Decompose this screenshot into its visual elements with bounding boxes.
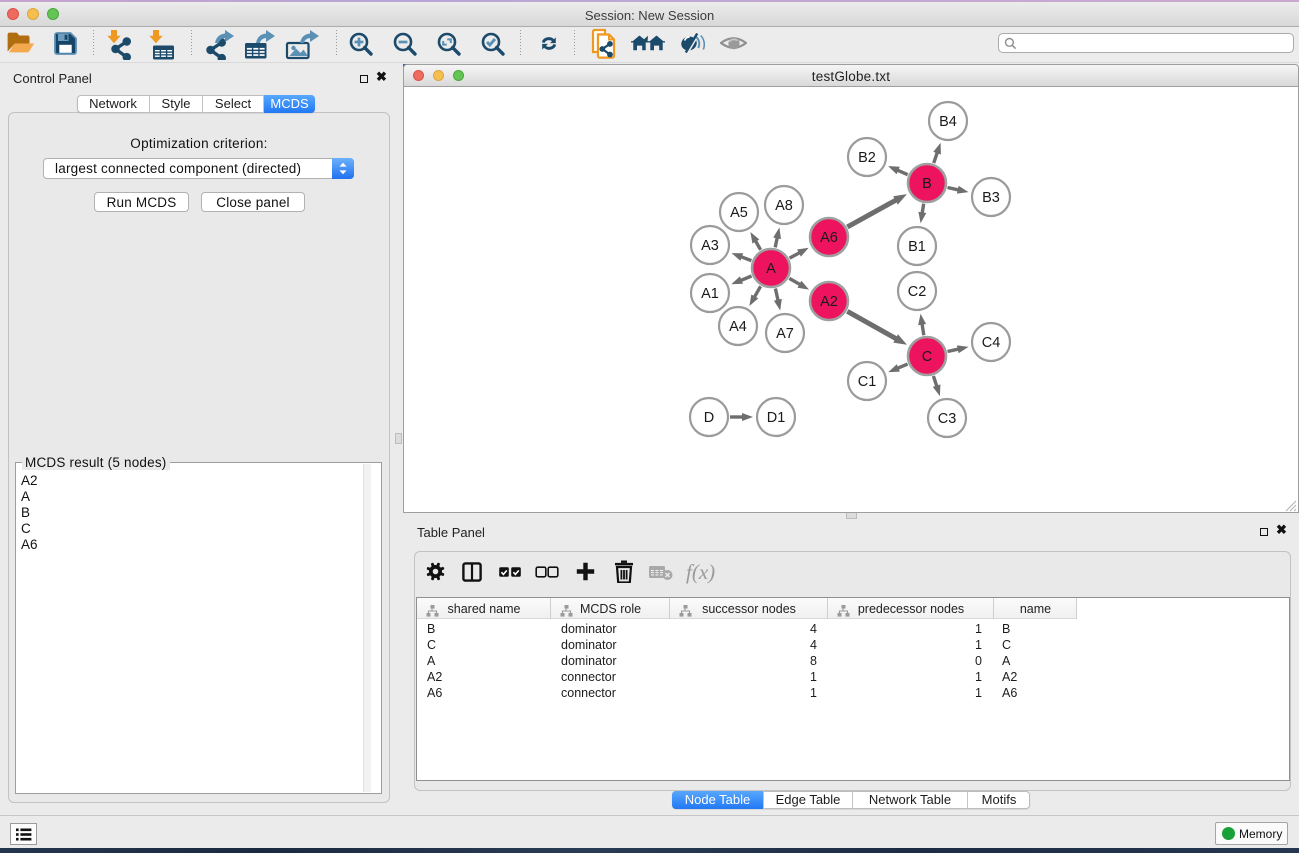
svg-text:B: B xyxy=(922,176,932,192)
svg-text:C: C xyxy=(922,349,932,365)
svg-text:D: D xyxy=(704,410,714,426)
svg-text:C2: C2 xyxy=(908,284,927,300)
svg-text:B4: B4 xyxy=(939,114,957,130)
svg-text:A3: A3 xyxy=(701,238,719,254)
svg-text:B3: B3 xyxy=(982,190,1000,206)
svg-text:C3: C3 xyxy=(938,411,957,427)
svg-text:A2: A2 xyxy=(820,294,838,310)
svg-text:D1: D1 xyxy=(767,410,786,426)
svg-text:A8: A8 xyxy=(775,198,793,214)
svg-text:A5: A5 xyxy=(730,205,748,221)
svg-text:A4: A4 xyxy=(729,319,747,335)
svg-text:B2: B2 xyxy=(858,150,876,166)
svg-text:C1: C1 xyxy=(858,374,877,390)
svg-text:C4: C4 xyxy=(982,335,1001,351)
svg-text:A6: A6 xyxy=(820,230,838,246)
svg-text:A: A xyxy=(766,261,776,277)
svg-text:B1: B1 xyxy=(908,239,926,255)
svg-text:A7: A7 xyxy=(776,326,794,342)
svg-text:A1: A1 xyxy=(701,286,719,302)
